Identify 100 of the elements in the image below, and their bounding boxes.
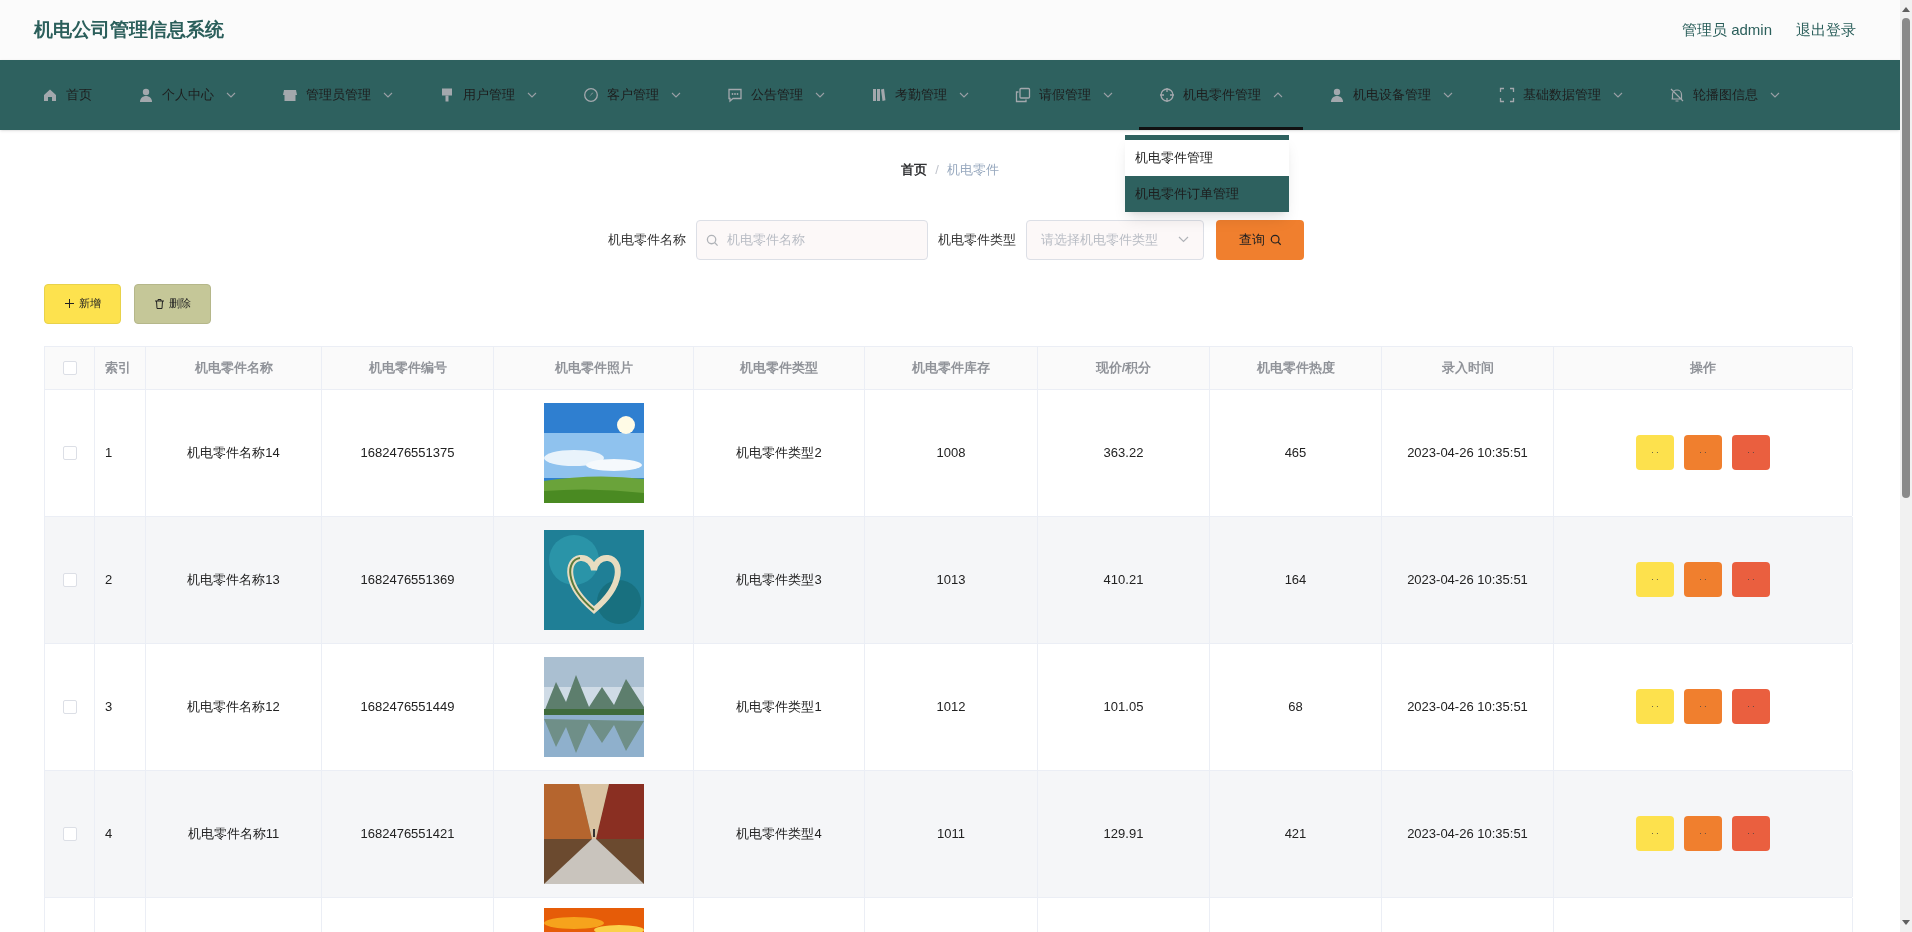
scrollbar[interactable]	[1900, 0, 1912, 932]
table-cell-text: 164	[1284, 570, 1307, 589]
chevron-down-icon	[226, 92, 236, 98]
chevron-down-icon	[1103, 92, 1113, 98]
nav-item[interactable]: 管理员管理	[262, 60, 413, 130]
menu-item[interactable]: 机电零件订单管理	[1125, 176, 1289, 212]
action-button[interactable]: · ·	[1732, 435, 1770, 470]
action-button[interactable]: · ·	[1636, 689, 1674, 724]
nav-item[interactable]: 轮播图信息	[1649, 60, 1800, 130]
table-cell-text: 2	[105, 570, 113, 589]
chat-icon	[727, 87, 743, 103]
column-header: 机电零件类型	[740, 358, 818, 377]
column-header: 现价/积分	[1095, 358, 1152, 377]
shop-icon	[282, 87, 298, 103]
checkbox[interactable]	[62, 445, 77, 460]
type-select[interactable]: 请选择机电零件类型	[1026, 219, 1204, 260]
query-button[interactable]: 查询	[1216, 219, 1304, 260]
breadcrumb-link[interactable]: 首页	[901, 160, 928, 180]
table-cell-text: 3	[105, 697, 113, 716]
user-name: 管理员 admin	[1681, 19, 1772, 40]
table-cell-text: 2023-04-26 10:35:51	[1407, 824, 1528, 843]
action-button[interactable]: · ·	[1684, 435, 1722, 470]
copy-icon	[1015, 87, 1031, 103]
table-cell-text: 1682476551421	[360, 824, 455, 843]
nav-item[interactable]: 机电设备管理	[1309, 60, 1473, 130]
table-cell-text: 1682476551449	[360, 697, 455, 716]
compass-icon	[583, 87, 599, 103]
scroll-down-icon[interactable]	[1902, 920, 1910, 926]
action-button[interactable]: · ·	[1732, 562, 1770, 597]
nav-item[interactable]: 公告管理	[707, 60, 845, 130]
nav-item[interactable]: 基础数据管理	[1479, 60, 1643, 130]
logout-link[interactable]: 退出登录	[1796, 18, 1856, 42]
action-button[interactable]: · ·	[1636, 435, 1674, 470]
breadcrumb-separator: /	[935, 161, 939, 179]
chevron-down-icon	[671, 92, 681, 98]
action-button[interactable]: · ·	[1684, 562, 1722, 597]
column-header: 索引	[105, 358, 131, 377]
field-label: 机电零件名称	[608, 230, 686, 249]
table-cell-text: 机电零件类型4	[736, 824, 822, 843]
action-button[interactable]: · ·	[1636, 816, 1674, 851]
chevron-down-icon	[527, 92, 537, 98]
chevron-down-icon	[1178, 236, 1189, 243]
table-cell-text: 机电零件名称13	[187, 570, 280, 589]
table-cell-text: 1011	[937, 824, 965, 843]
action-button[interactable]: · ·	[1636, 562, 1674, 597]
table-cell-text: 1012	[936, 697, 966, 716]
checkbox[interactable]	[62, 826, 77, 841]
nav-item[interactable]: 考勤管理	[851, 60, 989, 130]
breadcrumb-link[interactable]: 机电零件	[946, 160, 999, 180]
frame-icon	[1499, 87, 1515, 103]
chevron-down-icon	[815, 92, 825, 98]
scroll-up-icon[interactable]	[1902, 6, 1910, 12]
nav-item[interactable]: 用户管理	[419, 60, 557, 130]
table-cell-text: 1	[105, 443, 113, 462]
table-cell-text: 1682476551369	[360, 570, 455, 589]
table-cell-text: 1682476551375	[360, 443, 455, 462]
nav-item[interactable]: 客户管理	[563, 60, 701, 130]
table-cell-text: 2023-04-26 10:35:51	[1407, 697, 1528, 716]
person-icon	[138, 87, 154, 103]
table-cell-text: 410.21	[1103, 570, 1144, 589]
column-header: 机电零件名称	[194, 358, 273, 377]
action-button[interactable]: · ·	[1732, 689, 1770, 724]
checkbox[interactable]	[62, 572, 77, 587]
table-cell-text: 68	[1288, 697, 1303, 716]
table-cell-text: 机电零件名称12	[187, 697, 280, 716]
table-cell-text: 机电零件类型1	[736, 697, 822, 716]
crosshair-icon	[1159, 87, 1175, 103]
table-cell-text: 421	[1284, 824, 1307, 843]
column-header: 机电零件照片	[554, 358, 633, 377]
brush-icon	[439, 87, 455, 103]
action-button[interactable]: · ·	[1732, 816, 1770, 851]
action-button[interactable]: · ·	[1684, 816, 1722, 851]
column-header: 机电零件库存	[912, 358, 990, 377]
column-header: 操作	[1690, 358, 1716, 377]
nav-item[interactable]: 首页	[22, 60, 112, 130]
search-icon	[1269, 233, 1282, 246]
home-icon	[42, 87, 58, 103]
bell-off-icon	[1669, 87, 1685, 103]
table-cell-text: 465	[1284, 443, 1307, 462]
action-button[interactable]: · ·	[1684, 689, 1722, 724]
nav-item[interactable]: 个人中心	[118, 60, 256, 130]
checkbox[interactable]	[62, 360, 77, 375]
delete-button[interactable]: 删除	[134, 283, 211, 324]
menu-item[interactable]: 机电零件管理	[1125, 140, 1289, 176]
checkbox[interactable]	[62, 699, 77, 714]
column-header: 机电零件编号	[368, 358, 447, 377]
chevron-down-icon	[383, 92, 393, 98]
search-field[interactable]: 机电零件名称	[696, 219, 928, 260]
table-cell-text: 机电零件名称11	[187, 824, 280, 843]
chevron-down-icon	[959, 92, 969, 98]
plus-icon	[64, 299, 74, 308]
table-cell-text: 363.22	[1103, 443, 1144, 462]
column-header: 机电零件热度	[1256, 358, 1335, 377]
table-cell-text: 2023-04-26 10:35:51	[1407, 570, 1528, 589]
search-icon	[706, 233, 719, 247]
table-cell-text: 机电零件类型3	[736, 570, 822, 589]
chevron-down-icon	[1613, 92, 1623, 98]
table-cell-text: 1013	[936, 570, 966, 589]
app-title: 机电公司管理信息系统	[34, 17, 224, 42]
add-button[interactable]: 新增	[44, 283, 121, 324]
